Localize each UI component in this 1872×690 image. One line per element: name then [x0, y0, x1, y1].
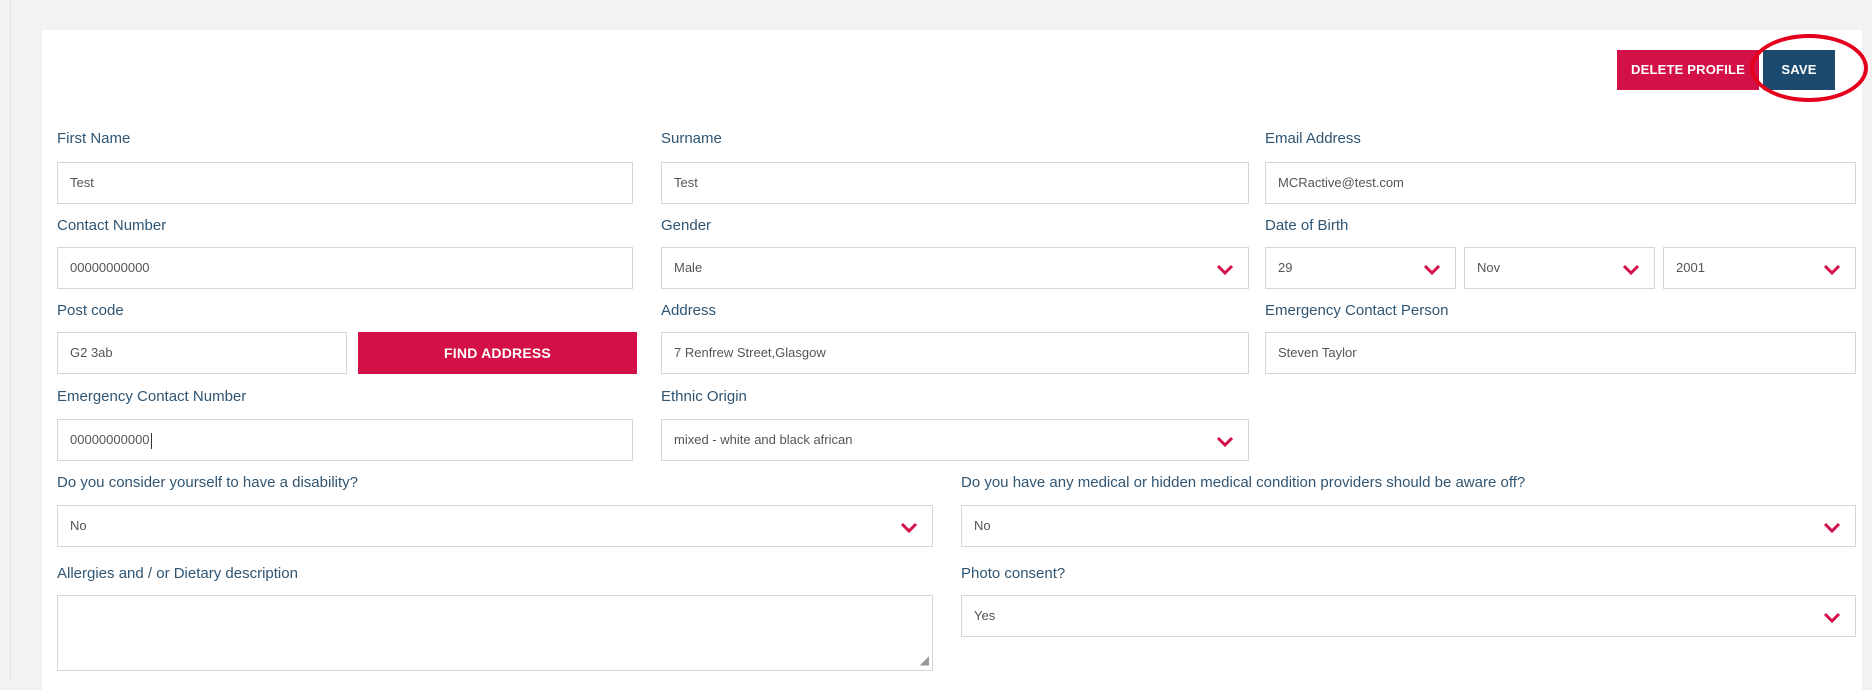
address-label: Address	[661, 302, 717, 319]
dob-year-value: 2001	[1676, 260, 1705, 275]
photo-consent-value: Yes	[974, 608, 996, 623]
address-input[interactable]: 7 Renfrew Street,Glasgow	[661, 332, 1249, 374]
medical-label: Do you have any medical or hidden medica…	[961, 474, 1526, 491]
chevron-down-icon	[1421, 258, 1443, 280]
allergies-textarea[interactable]: ◢	[57, 595, 933, 671]
email-label: Email Address	[1265, 130, 1361, 147]
resize-grip-icon[interactable]: ◢	[920, 653, 929, 667]
text-caret	[150, 432, 152, 449]
chevron-down-icon	[1821, 516, 1843, 538]
chevron-down-icon	[1620, 258, 1642, 280]
allergies-label: Allergies and / or Dietary description	[57, 565, 298, 582]
chevron-down-icon	[1214, 258, 1236, 280]
disability-value: No	[70, 518, 87, 533]
emergency-number-label: Emergency Contact Number	[57, 388, 247, 405]
gender-value: Male	[674, 260, 703, 275]
ethnic-origin-label: Ethnic Origin	[661, 388, 747, 405]
chevron-down-icon	[1821, 606, 1843, 628]
ethnic-origin-select[interactable]: mixed - white and black african	[661, 419, 1249, 461]
chevron-down-icon	[1821, 258, 1843, 280]
highlight-annotation	[1750, 34, 1868, 102]
first-name-label: First Name	[57, 130, 131, 147]
dob-day-select[interactable]: 29	[1265, 247, 1456, 289]
chevron-down-icon	[898, 516, 920, 538]
contact-number-label: Contact Number	[57, 217, 167, 234]
delete-profile-button[interactable]: DELETE PROFILE	[1617, 50, 1759, 90]
medical-select[interactable]: No	[961, 505, 1856, 547]
emergency-number-value: 00000000000	[70, 432, 150, 447]
gender-label: Gender	[661, 217, 712, 234]
postcode-input[interactable]: G2 3ab	[57, 332, 347, 374]
surname-input[interactable]: Test	[661, 162, 1249, 204]
ethnic-origin-value: mixed - white and black african	[674, 432, 853, 447]
contact-number-input[interactable]: 00000000000	[57, 247, 633, 289]
dob-day-value: 29	[1278, 260, 1293, 275]
dob-month-value: Nov	[1477, 260, 1501, 275]
emergency-person-input[interactable]: Steven Taylor	[1265, 332, 1856, 374]
photo-consent-label: Photo consent?	[961, 565, 1066, 582]
disability-label: Do you consider yourself to have a disab…	[57, 474, 358, 491]
surname-label: Surname	[661, 130, 722, 147]
first-name-input[interactable]: Test	[57, 162, 633, 204]
emergency-number-input[interactable]: 00000000000	[57, 419, 633, 461]
disability-select[interactable]: No	[57, 505, 933, 547]
page-left-border	[10, 0, 11, 681]
dob-label: Date of Birth	[1265, 217, 1349, 234]
gender-select[interactable]: Male	[661, 247, 1249, 289]
postcode-label: Post code	[57, 302, 124, 319]
emergency-person-label: Emergency Contact Person	[1265, 302, 1449, 319]
chevron-down-icon	[1214, 430, 1236, 452]
find-address-button[interactable]: FIND ADDRESS	[358, 332, 637, 374]
medical-value: No	[974, 518, 991, 533]
photo-consent-select[interactable]: Yes	[961, 595, 1856, 637]
dob-year-select[interactable]: 2001	[1663, 247, 1856, 289]
email-input[interactable]: MCRactive@test.com	[1265, 162, 1856, 204]
dob-month-select[interactable]: Nov	[1464, 247, 1655, 289]
